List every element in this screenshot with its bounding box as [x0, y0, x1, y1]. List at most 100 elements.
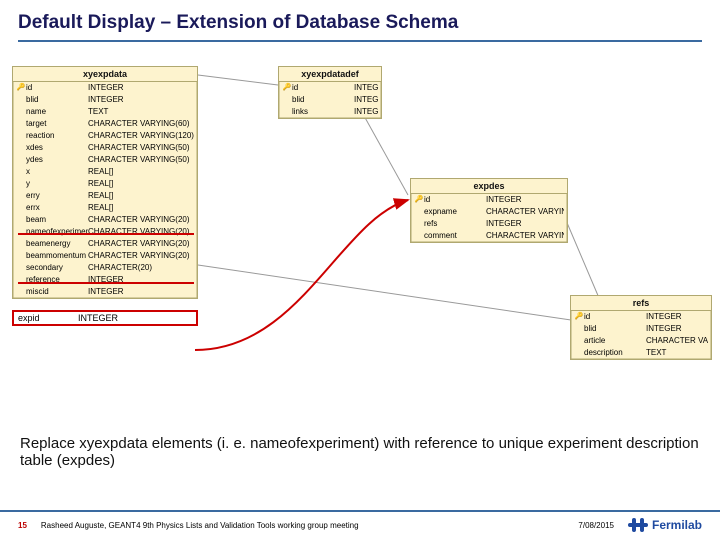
- key-icon: [16, 202, 26, 214]
- col-type: INTEGER: [646, 311, 708, 323]
- key-icon: 🔑: [414, 194, 424, 206]
- table-refs: refs 🔑idINTEGERblidINTEGERarticleCHARACT…: [570, 295, 712, 360]
- col-name: refs: [424, 218, 486, 230]
- col-name: article: [584, 335, 646, 347]
- col-type: CHARACTER VARYING(50): [88, 154, 194, 166]
- table-row: reactionCHARACTER VARYING(120): [13, 130, 197, 142]
- body-text: Replace xyexpdata elements (i. e. nameof…: [20, 435, 700, 469]
- table-row: beammomentumCHARACTER VARYING(20): [13, 250, 197, 262]
- key-icon: [16, 262, 26, 274]
- key-icon: [16, 166, 26, 178]
- table-row: blidINTEGER: [279, 94, 381, 106]
- col-name: target: [26, 118, 88, 130]
- key-icon: [16, 130, 26, 142]
- table-row: refsINTEGER: [411, 218, 567, 230]
- table-row: secondaryCHARACTER(20): [13, 262, 197, 274]
- table-row: referenceINTEGER: [13, 274, 197, 286]
- table-row: miscidINTEGER: [13, 286, 197, 298]
- col-type: CHARACTER VARYING(20): [88, 238, 194, 250]
- fermilab-icon: [628, 518, 648, 532]
- key-icon: [16, 214, 26, 226]
- col-type: CHARACTER VARYING(120): [88, 130, 194, 142]
- col-type: REAL[]: [88, 178, 194, 190]
- key-icon: [16, 274, 26, 286]
- col-type: REAL[]: [88, 166, 194, 178]
- col-name: blid: [292, 94, 354, 106]
- table-expdes: expdes 🔑idINTEGERexpnameCHARACTER VARYIN…: [410, 178, 568, 243]
- table-xyexpdatadef: xyexpdatadef 🔑idINTEGERblidINTEGERlinksI…: [278, 66, 382, 119]
- new-col-type: INTEGER: [78, 313, 192, 323]
- col-name: id: [584, 311, 646, 323]
- fermilab-text: Fermilab: [652, 518, 702, 532]
- table-row: 🔑idINTEGER: [279, 82, 381, 94]
- table-row: commentCHARACTER VARYING(50): [411, 230, 567, 242]
- table-row: beamenergyCHARACTER VARYING(20): [13, 238, 197, 250]
- key-icon: [16, 238, 26, 250]
- table-header: xyexpdata: [13, 67, 197, 82]
- col-name: reaction: [26, 130, 88, 142]
- col-type: INTEGER: [354, 94, 378, 106]
- col-name: name: [26, 106, 88, 118]
- footer: 15 Rasheed Auguste, GEANT4 9th Physics L…: [0, 510, 720, 540]
- title-rule: [18, 40, 702, 42]
- col-type: CHARACTER VARYING(50): [486, 230, 564, 242]
- col-name: beamenergy: [26, 238, 88, 250]
- key-icon: [574, 323, 584, 335]
- col-name: ydes: [26, 154, 88, 166]
- col-name: reference: [26, 274, 88, 286]
- strike-line: [18, 282, 194, 284]
- col-name: beam: [26, 214, 88, 226]
- table-row: nameofexperimentCHARACTER VARYING(20): [13, 226, 197, 238]
- col-type: CHARACTER VARYING(20): [88, 226, 194, 238]
- col-type: CHARACTER VARYING(20): [88, 214, 194, 226]
- key-icon: [16, 142, 26, 154]
- table-row: articleCHARACTER VARYING(200): [571, 335, 711, 347]
- col-type: CHARACTER VARYING(60): [486, 206, 564, 218]
- key-icon: 🔑: [574, 311, 584, 323]
- table-header: expdes: [411, 179, 567, 194]
- table-row: linksINTEGER[]: [279, 106, 381, 118]
- key-icon: [16, 94, 26, 106]
- table-header: xyexpdatadef: [279, 67, 381, 82]
- table-row: 🔑idINTEGER: [13, 82, 197, 94]
- col-name: beammomentum: [26, 250, 88, 262]
- col-type: TEXT: [88, 106, 194, 118]
- col-type: INTEGER: [486, 194, 564, 206]
- col-type: INTEGER: [88, 274, 194, 286]
- col-name: secondary: [26, 262, 88, 274]
- key-icon: [574, 335, 584, 347]
- col-name: blid: [26, 94, 88, 106]
- col-type: REAL[]: [88, 202, 194, 214]
- col-type: INTEGER[]: [354, 106, 378, 118]
- table-row: blidINTEGER: [13, 94, 197, 106]
- key-icon: [16, 286, 26, 298]
- col-name: errx: [26, 202, 88, 214]
- key-icon: [16, 250, 26, 262]
- new-column-expid: expid INTEGER: [12, 310, 198, 326]
- key-icon: [414, 206, 424, 218]
- col-name: x: [26, 166, 88, 178]
- col-type: INTEGER: [354, 82, 378, 94]
- table-xyexpdata: xyexpdata 🔑idINTEGERblidINTEGERnameTEXTt…: [12, 66, 198, 299]
- table-row: errxREAL[]: [13, 202, 197, 214]
- col-type: CHARACTER(20): [88, 262, 194, 274]
- col-name: xdes: [26, 142, 88, 154]
- key-icon: [282, 94, 292, 106]
- key-icon: 🔑: [16, 82, 26, 94]
- col-type: TEXT: [646, 347, 708, 359]
- table-row: expnameCHARACTER VARYING(60): [411, 206, 567, 218]
- table-row: erryREAL[]: [13, 190, 197, 202]
- col-type: CHARACTER VARYING(60): [88, 118, 194, 130]
- key-icon: [16, 178, 26, 190]
- col-name: erry: [26, 190, 88, 202]
- table-row: targetCHARACTER VARYING(60): [13, 118, 197, 130]
- col-type: REAL[]: [88, 190, 194, 202]
- col-type: INTEGER: [88, 286, 194, 298]
- col-type: INTEGER: [88, 94, 194, 106]
- key-icon: [16, 106, 26, 118]
- col-name: id: [26, 82, 88, 94]
- fermilab-logo: Fermilab: [628, 518, 702, 532]
- col-name: y: [26, 178, 88, 190]
- col-name: links: [292, 106, 354, 118]
- col-name: id: [292, 82, 354, 94]
